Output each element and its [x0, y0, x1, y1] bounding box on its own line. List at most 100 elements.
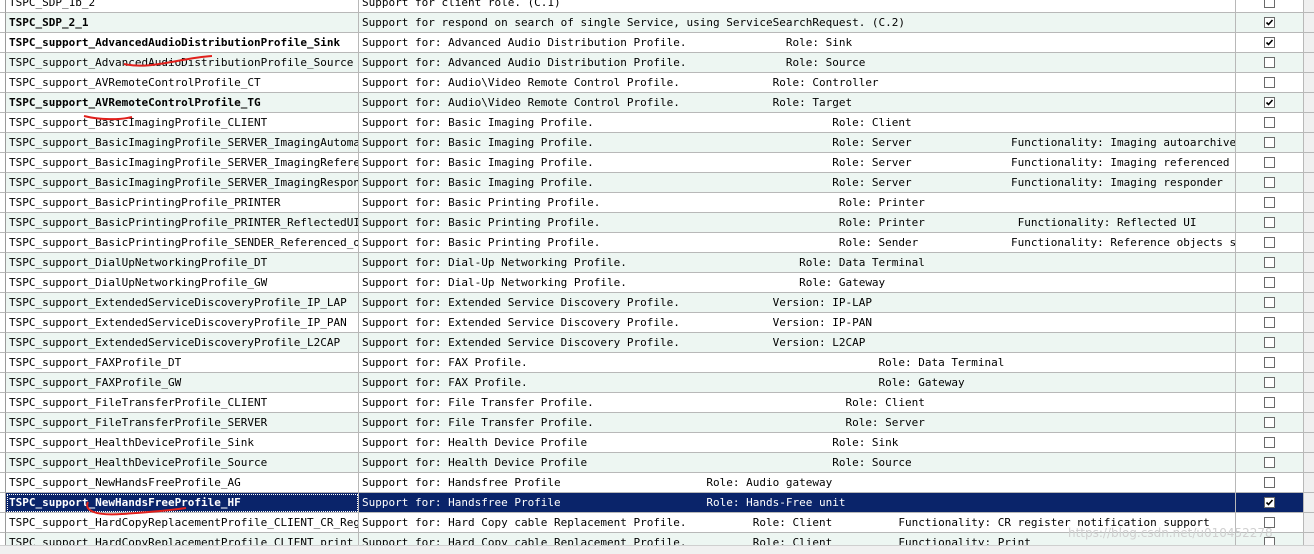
vertical-scrollbar-strip[interactable]	[1304, 453, 1314, 473]
table-row[interactable]: TSPC_support_BasicPrintingProfile_PRINTE…	[0, 193, 1314, 213]
vertical-scrollbar-strip[interactable]	[1304, 173, 1314, 193]
parameter-name-cell[interactable]: TSPC_support_DialUpNetworkingProfile_DT	[6, 253, 359, 273]
table-row[interactable]: TSPC_support_ExtendedServiceDiscoveryPro…	[0, 313, 1314, 333]
value-checkbox[interactable]	[1264, 397, 1275, 408]
table-row[interactable]: TSPC_support_NewHandsFreeProfile_AG Suppo…	[0, 473, 1314, 493]
value-checkbox[interactable]	[1264, 17, 1275, 28]
vertical-scrollbar-strip[interactable]	[1304, 293, 1314, 313]
value-checkbox[interactable]	[1264, 257, 1275, 268]
table-row[interactable]: TSPC_SDP_2_1 Support for respond on searc…	[0, 13, 1314, 33]
table-row[interactable]: TSPC_support_AdvancedAudioDistributionPr…	[0, 33, 1314, 53]
parameter-name-cell[interactable]: TSPC_support_BasicImagingProfile_CLIENT	[6, 113, 359, 133]
value-checkbox[interactable]	[1264, 277, 1275, 288]
value-checkbox[interactable]	[1264, 317, 1275, 328]
value-checkbox[interactable]	[1264, 477, 1275, 488]
vertical-scrollbar-strip[interactable]	[1304, 73, 1314, 93]
table-row[interactable]: TSPC_support_BasicImagingProfile_SERVER_…	[0, 173, 1314, 193]
table-row[interactable]: TSPC_support_FileTransferProfile_SERVER S…	[0, 413, 1314, 433]
table-row[interactable]: TSPC_support_BasicImagingProfile_CLIENT S…	[0, 113, 1314, 133]
vertical-scrollbar-strip[interactable]	[1304, 513, 1314, 533]
table-row[interactable]: TSPC_SDP_1b_2 Support for client role. (C…	[0, 0, 1314, 13]
table-row[interactable]: TSPC_support_HealthDeviceProfile_Sink Sup…	[0, 433, 1314, 453]
parameter-name-cell[interactable]: TSPC_support_ExtendedServiceDiscoveryPro…	[6, 293, 359, 313]
value-checkbox[interactable]	[1264, 117, 1275, 128]
value-checkbox[interactable]	[1264, 197, 1275, 208]
table-row[interactable]: TSPC_support_FAXProfile_GW Support for: F…	[0, 373, 1314, 393]
table-row[interactable]: TSPC_support_BasicPrintingProfile_SENDER…	[0, 233, 1314, 253]
value-checkbox[interactable]	[1264, 177, 1275, 188]
parameter-name-cell[interactable]: TSPC_support_NewHandsFreeProfile_AG	[6, 473, 359, 493]
table-row[interactable]: TSPC_support_ExtendedServiceDiscoveryPro…	[0, 333, 1314, 353]
vertical-scrollbar-strip[interactable]	[1304, 413, 1314, 433]
table-row[interactable]: TSPC_support_ExtendedServiceDiscoveryPro…	[0, 293, 1314, 313]
vertical-scrollbar-strip[interactable]	[1304, 53, 1314, 73]
parameter-name-cell[interactable]: TSPC_support_AdvancedAudioDistributionPr…	[6, 53, 359, 73]
table-row[interactable]: TSPC_support_NewHandsFreeProfile_HF Suppo…	[0, 493, 1314, 513]
vertical-scrollbar-strip[interactable]	[1304, 353, 1314, 373]
value-checkbox[interactable]	[1264, 497, 1275, 508]
table-row[interactable]: TSPC_support_BasicPrintingProfile_PRINTE…	[0, 213, 1314, 233]
vertical-scrollbar-strip[interactable]	[1304, 473, 1314, 493]
vertical-scrollbar-strip[interactable]	[1304, 193, 1314, 213]
parameter-name-cell[interactable]: TSPC_support_BasicPrintingProfile_SENDER…	[6, 233, 359, 253]
parameter-name-cell[interactable]: TSPC_support_NewHandsFreeProfile_HF	[6, 493, 359, 513]
parameter-name-cell[interactable]: TSPC_support_FileTransferProfile_SERVER	[6, 413, 359, 433]
value-checkbox[interactable]	[1264, 0, 1275, 8]
value-checkbox[interactable]	[1264, 57, 1275, 68]
vertical-scrollbar-strip[interactable]	[1304, 233, 1314, 253]
parameter-name-cell[interactable]: TSPC_support_AdvancedAudioDistributionPr…	[6, 33, 359, 53]
value-checkbox[interactable]	[1264, 377, 1275, 388]
vertical-scrollbar-strip[interactable]	[1304, 313, 1314, 333]
table-row[interactable]: TSPC_support_DialUpNetworkingProfile_GW S…	[0, 273, 1314, 293]
table-row[interactable]: TSPC_support_BasicImagingProfile_SERVER_…	[0, 153, 1314, 173]
vertical-scrollbar-strip[interactable]	[1304, 333, 1314, 353]
vertical-scrollbar-strip[interactable]	[1304, 373, 1314, 393]
parameter-name-cell[interactable]: TSPC_SDP_1b_2	[6, 0, 359, 13]
vertical-scrollbar-strip[interactable]	[1304, 153, 1314, 173]
table-row[interactable]: TSPC_support_AVRemoteControlProfile_TG Su…	[0, 93, 1314, 113]
table-row[interactable]: TSPC_support_DialUpNetworkingProfile_DT S…	[0, 253, 1314, 273]
parameter-name-cell[interactable]: TSPC_support_AVRemoteControlProfile_CT	[6, 73, 359, 93]
value-checkbox[interactable]	[1264, 297, 1275, 308]
vertical-scrollbar-strip[interactable]	[1304, 13, 1314, 33]
value-checkbox[interactable]	[1264, 337, 1275, 348]
vertical-scrollbar-strip[interactable]	[1304, 253, 1314, 273]
parameter-name-cell[interactable]: TSPC_support_BasicImagingProfile_SERVER_…	[6, 133, 359, 153]
parameter-name-cell[interactable]: TSPC_support_AVRemoteControlProfile_TG	[6, 93, 359, 113]
value-checkbox[interactable]	[1264, 357, 1275, 368]
vertical-scrollbar-strip[interactable]	[1304, 493, 1314, 513]
parameter-name-cell[interactable]: TSPC_support_BasicImagingProfile_SERVER_…	[6, 173, 359, 193]
table-row[interactable]: TSPC_support_AVRemoteControlProfile_CT Su…	[0, 73, 1314, 93]
value-checkbox[interactable]	[1264, 97, 1275, 108]
vertical-scrollbar-strip[interactable]	[1304, 0, 1314, 13]
value-checkbox[interactable]	[1264, 137, 1275, 148]
value-checkbox[interactable]	[1264, 237, 1275, 248]
parameter-name-cell[interactable]: TSPC_support_FAXProfile_DT	[6, 353, 359, 373]
vertical-scrollbar-strip[interactable]	[1304, 213, 1314, 233]
vertical-scrollbar-strip[interactable]	[1304, 433, 1314, 453]
vertical-scrollbar-strip[interactable]	[1304, 273, 1314, 293]
parameter-name-cell[interactable]: TSPC_support_BasicPrintingProfile_PRINTE…	[6, 213, 359, 233]
table-row[interactable]: TSPC_support_FileTransferProfile_CLIENT S…	[0, 393, 1314, 413]
parameter-name-cell[interactable]: TSPC_support_ExtendedServiceDiscoveryPro…	[6, 333, 359, 353]
value-checkbox[interactable]	[1264, 37, 1275, 48]
value-checkbox[interactable]	[1264, 417, 1275, 428]
vertical-scrollbar-strip[interactable]	[1304, 33, 1314, 53]
value-checkbox[interactable]	[1264, 437, 1275, 448]
value-checkbox[interactable]	[1264, 217, 1275, 228]
parameter-name-cell[interactable]: TSPC_support_BasicPrintingProfile_PRINTE…	[6, 193, 359, 213]
parameter-name-cell[interactable]: TSPC_support_BasicImagingProfile_SERVER_…	[6, 153, 359, 173]
value-checkbox[interactable]	[1264, 457, 1275, 468]
vertical-scrollbar-strip[interactable]	[1304, 393, 1314, 413]
vertical-scrollbar-strip[interactable]	[1304, 93, 1314, 113]
parameter-name-cell[interactable]: TSPC_support_HealthDeviceProfile_Source	[6, 453, 359, 473]
table-row[interactable]: TSPC_support_BasicImagingProfile_SERVER_…	[0, 133, 1314, 153]
vertical-scrollbar-strip[interactable]	[1304, 113, 1314, 133]
vertical-scrollbar-strip[interactable]	[1304, 133, 1314, 153]
parameter-name-cell[interactable]: TSPC_support_DialUpNetworkingProfile_GW	[6, 273, 359, 293]
parameter-name-cell[interactable]: TSPC_support_ExtendedServiceDiscoveryPro…	[6, 313, 359, 333]
parameter-name-cell[interactable]: TSPC_SDP_2_1	[6, 13, 359, 33]
table-row[interactable]: TSPC_support_AdvancedAudioDistributionPr…	[0, 53, 1314, 73]
value-checkbox[interactable]	[1264, 77, 1275, 88]
parameter-name-cell[interactable]: TSPC_support_FAXProfile_GW	[6, 373, 359, 393]
